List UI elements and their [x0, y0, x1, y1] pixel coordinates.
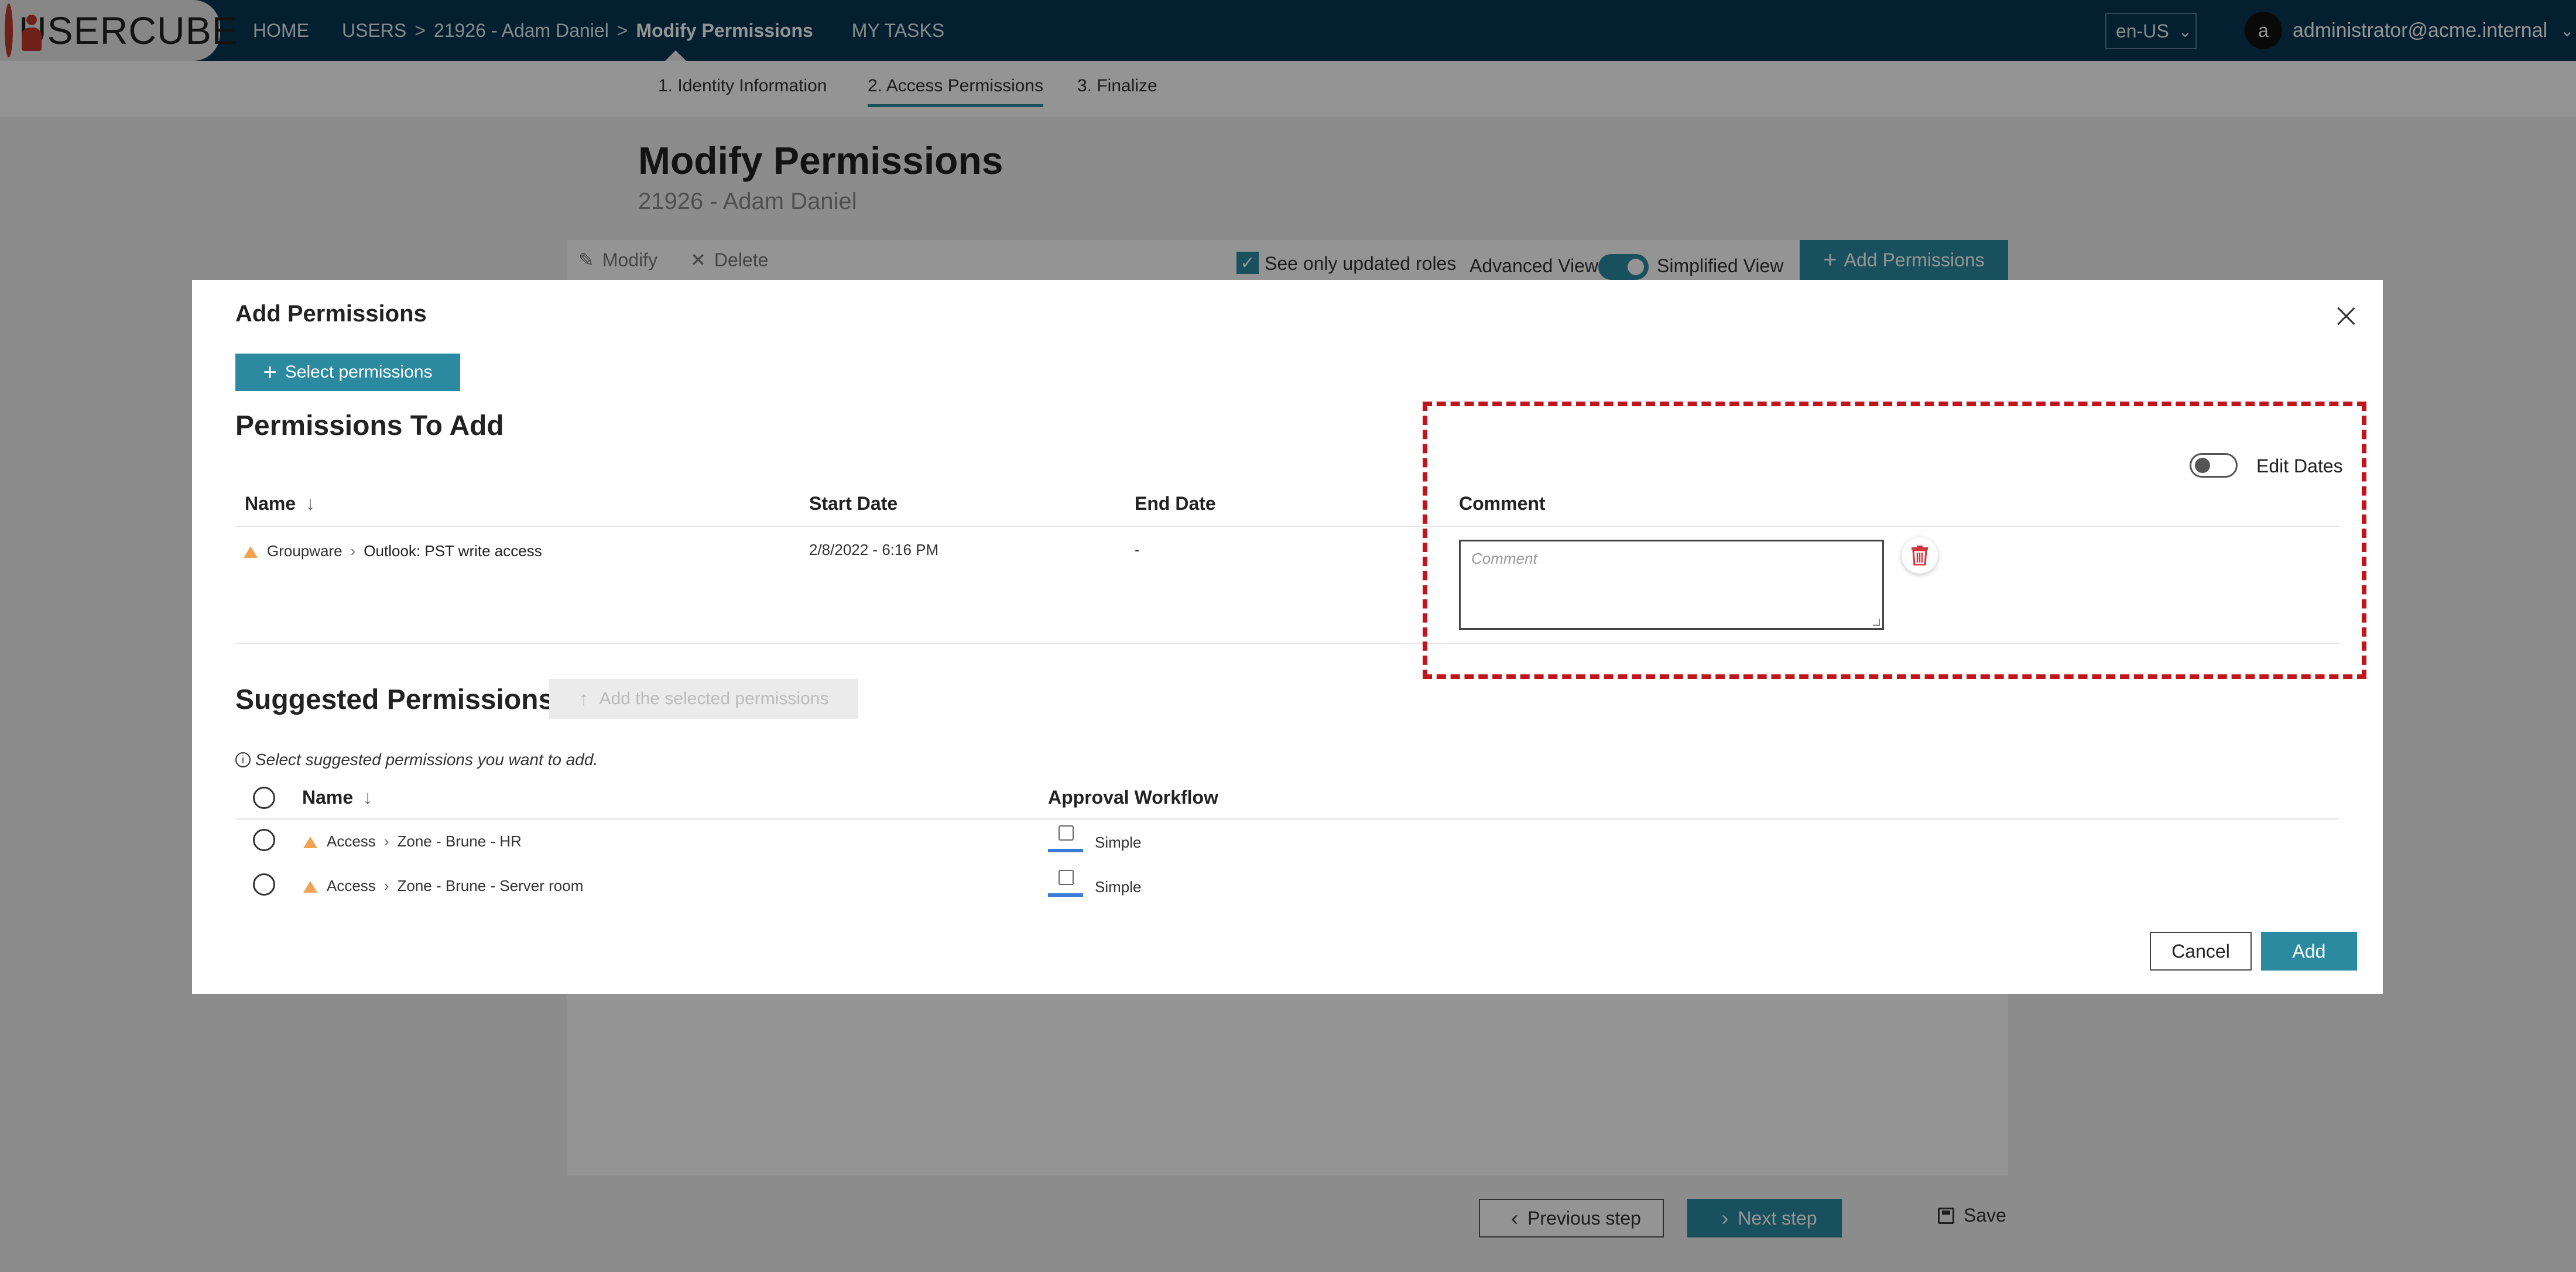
suggested-row-radio[interactable]: [253, 873, 275, 896]
row-workflow: Simple: [1095, 834, 1142, 851]
warning-icon: [244, 546, 258, 558]
select-permissions-label: Select permissions: [285, 362, 433, 382]
column-header-end-date[interactable]: End Date: [1135, 493, 1216, 515]
add-selected-permissions-label: Add the selected permissions: [599, 689, 829, 708]
add-permissions-modal: Add Permissions + Select permissions Per…: [192, 280, 2383, 994]
modal-title: Add Permissions: [235, 301, 427, 327]
column-header-approval-workflow: Approval Workflow: [1048, 787, 1218, 808]
suggested-permissions-title: Suggested Permissions: [235, 684, 554, 715]
suggested-row-radio[interactable]: [253, 829, 275, 851]
suggested-info-text: Select suggested permissions you want to…: [255, 750, 598, 769]
info-icon: i: [235, 752, 251, 767]
chevron-right-icon: ›: [350, 542, 356, 560]
arrow-up-icon: ↑: [578, 687, 589, 710]
row-workflow: Simple: [1095, 878, 1142, 896]
row-permission-name: Outlook: PST write access: [364, 542, 542, 560]
divider: [235, 818, 2339, 820]
row-end-date: -: [1135, 541, 1140, 558]
chevron-right-icon: ›: [383, 832, 389, 850]
warning-icon: [303, 836, 317, 849]
divider: [235, 526, 2339, 527]
select-permissions-button[interactable]: + Select permissions: [235, 354, 460, 391]
column-header-suggested-name-label: Name: [302, 787, 354, 808]
column-header-start-date[interactable]: Start Date: [809, 493, 898, 515]
add-selected-permissions-button[interactable]: ↑ Add the selected permissions: [549, 679, 858, 719]
close-icon[interactable]: [2332, 302, 2361, 330]
workflow-icon: [1048, 870, 1083, 897]
column-header-name[interactable]: Name ↓: [245, 493, 315, 515]
row-permission-name: Zone - Brune - Server room: [397, 877, 584, 894]
trash-icon[interactable]: [1902, 537, 1938, 574]
row-category: Access: [327, 832, 376, 850]
select-all-radio[interactable]: [253, 787, 275, 809]
warning-icon: [303, 881, 317, 893]
arrow-down-icon: ↓: [363, 787, 373, 808]
row-category: Access: [327, 877, 376, 894]
row-category: Groupware: [267, 542, 342, 560]
table-row: Groupware › Outlook: PST write access: [244, 542, 542, 560]
comment-placeholder: Comment: [1471, 550, 1537, 567]
comment-textarea[interactable]: Comment: [1459, 540, 1884, 630]
row-permission-name: Zone - Brune - HR: [397, 832, 522, 850]
edit-dates-label: Edit Dates: [2256, 455, 2343, 476]
column-header-name-label: Name: [245, 493, 296, 514]
column-header-comment: Comment: [1459, 493, 1546, 514]
permissions-to-add-title: Permissions To Add: [235, 410, 504, 441]
column-header-suggested-name[interactable]: Name ↓: [302, 787, 372, 808]
workflow-icon: [1048, 825, 1083, 852]
row-start-date: 2/8/2022 - 6:16 PM: [809, 541, 939, 558]
add-button[interactable]: Add: [2261, 932, 2357, 971]
chevron-right-icon: ›: [383, 877, 389, 894]
plus-icon: +: [263, 359, 277, 385]
edit-dates-toggle[interactable]: [2190, 453, 2238, 478]
suggested-info: i Select suggested permissions you want …: [235, 750, 598, 769]
table-row: Access › Zone - Brune - HR: [303, 832, 522, 851]
arrow-down-icon: ↓: [306, 493, 316, 514]
divider: [235, 643, 2339, 644]
table-row: Access › Zone - Brune - Server room: [303, 877, 583, 895]
cancel-button[interactable]: Cancel: [2150, 932, 2252, 971]
